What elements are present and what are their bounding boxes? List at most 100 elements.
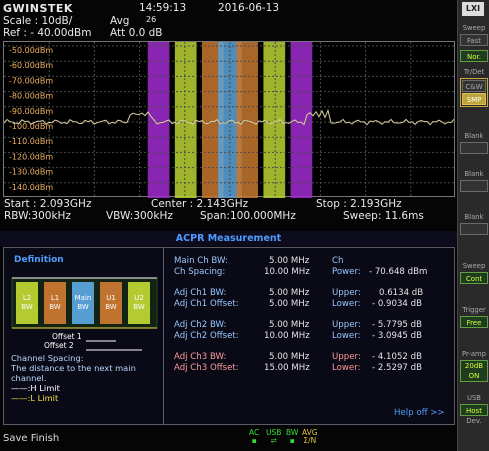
acpr-panel: Definition L2 BW L1 BW Main BW U1 BW U2 BW Offset … [3, 247, 455, 425]
adj-ch3-upper-label: Upper: [332, 352, 361, 362]
trdet-key-label: Tr/Det [463, 68, 485, 76]
channel-spacing-help: Channel Spacing: The distance to the nex… [11, 353, 161, 383]
usb-mode-key[interactable]: USB Host Dev. [460, 394, 488, 425]
sweep-time-readout: Sweep: 11.6ms [343, 210, 424, 222]
bw-label: BW [286, 428, 299, 437]
preamp-db: 20dB [464, 362, 484, 370]
ch-spacing-label: Ch Spacing: [174, 267, 226, 277]
usb-indicator: USB ⇌ [266, 428, 282, 445]
dev-value: Dev. [466, 417, 482, 425]
sweep-cont-key-label: Sweep [462, 262, 486, 270]
sweep-fast-value: Fast [460, 34, 488, 46]
nor-value: Nor. [460, 50, 488, 62]
sweep-cont-key[interactable]: Sweep Cont [460, 262, 488, 284]
blank-key-2-label: Blank [464, 170, 484, 178]
blank-key-2-box [460, 180, 488, 192]
channel-diagram: L2BWL1BWMainBWU1BWU2BWOffset 1Offset 2 [11, 277, 158, 351]
y-axis-label: -60.00dBm [9, 61, 53, 70]
acpr-title: ACPR Measurement [0, 231, 457, 246]
trdet-selector: C&W SMP [460, 78, 488, 107]
rbw-readout: RBW:300kHz [4, 210, 71, 222]
time-display: 14:59:13 [139, 2, 187, 14]
free-value: Free [460, 316, 488, 328]
trigger-key[interactable]: Trigger Free [460, 306, 488, 328]
avg-sub-label: Σ/N [303, 436, 317, 445]
ac-label: AC [249, 428, 260, 437]
channel-spacing-desc: The distance to the next main channel. [11, 363, 136, 383]
diagram-block-label: BW [133, 303, 145, 311]
host-value: Host [460, 404, 488, 416]
channel-spacing-label: Channel Spacing: [11, 353, 84, 363]
smp-option: SMP [462, 93, 486, 105]
ch-power-value: - 70.648 dBm [369, 267, 428, 277]
diagram-block-label: BW [77, 303, 89, 311]
header: GWINSTEK 14:59:13 2016-06-13 Scale : 10d… [0, 0, 457, 40]
adj-ch2-lower-label: Lower: [332, 331, 361, 341]
spectrum-svg: -50.00dBm -60.00dBm -70.00dBm -80.00dBm -90.… [4, 42, 456, 198]
offset2-label: Offset 2 [44, 341, 74, 350]
preamp-on: ON [468, 372, 480, 380]
diagram-block-label: BW [21, 303, 33, 311]
adj-ch3-upper-value: - 4.1052 dB [372, 352, 422, 362]
channel-band-u1 [236, 42, 259, 198]
diagram-block-label: BW [105, 303, 117, 311]
sweep-key-label: Sweep [462, 24, 486, 32]
ch-power-label: Power: [332, 267, 361, 277]
blank-key-3-box [460, 223, 488, 235]
channel-band-l3 [147, 42, 170, 198]
date-display: 2016-06-13 [218, 2, 280, 14]
trdet-key[interactable]: Tr/Det C&W SMP [460, 68, 488, 107]
adj-ch3-offset-value: 15.00 MHz [264, 363, 310, 373]
preamp-key[interactable]: Pr-amp 20dB ON [460, 350, 488, 382]
save-status: Save Finish [3, 433, 60, 444]
attenuation-readout: Att 0.0 dB [110, 27, 163, 39]
blank-key-1-box [460, 142, 488, 154]
y-axis-label: -140.0dBm [9, 183, 53, 192]
adj-ch3-lower-label: Lower: [332, 363, 361, 373]
start-frequency: Start : 2.093GHz [4, 198, 92, 210]
blank-key-1[interactable]: Blank [460, 132, 488, 154]
y-axis-label: -130.0dBm [9, 168, 53, 177]
adj-ch3-bw-label: Adj Ch3 BW: [174, 352, 227, 362]
adj-ch2-offset-value: 10.00 MHz [264, 331, 310, 341]
avg-value: 26 [146, 15, 157, 24]
channel-band-u2 [263, 42, 286, 198]
analyzer-screen: GWINSTEK 14:59:13 2016-06-13 Scale : 10d… [0, 0, 457, 451]
blank-key-1-label: Blank [464, 132, 484, 140]
preamp-key-label: Pr-amp [462, 350, 486, 358]
main-ch-bw-value: 5.00 MHz [269, 256, 310, 266]
definition-panel: Definition L2 BW L1 BW Main BW U1 BW U2 BW Offset … [4, 248, 164, 424]
adj-ch1-lower-label: Lower: [332, 299, 361, 309]
adj-ch1-lower-value: - 0.9034 dB [372, 299, 422, 309]
h-limit-legend: ——:H Limit [11, 383, 60, 393]
adj-ch1-upper-value: 0.6134 dB [379, 288, 424, 298]
adj-ch1-offset-value: 5.00 MHz [269, 299, 310, 309]
diagram-block-label: U2 [134, 294, 144, 302]
avg-indicator: AVG Σ/N [302, 429, 318, 445]
spectrum-plot[interactable]: -50.00dBm -60.00dBm -70.00dBm -80.00dBm -90.… [3, 41, 456, 198]
scale-readout: Scale : 10dB/ [3, 15, 73, 27]
help-off-link[interactable]: Help off >> [394, 408, 445, 418]
nor-key[interactable]: Nor. [460, 48, 488, 62]
diagram-block-label: L2 [23, 294, 31, 302]
stop-frequency: Stop : 2.193GHz [316, 198, 402, 210]
sweep-key[interactable]: Sweep Fast [460, 24, 488, 46]
adj-ch3-offset-label: Adj Ch3 Offset: [174, 363, 239, 373]
adj-ch2-bw-label: Adj Ch2 BW: [174, 320, 227, 330]
ac-indicator: AC ▪ [249, 428, 260, 445]
cont-value: Cont [460, 272, 488, 284]
avg-label: Avg [110, 15, 130, 27]
y-axis-label: -110.0dBm [9, 137, 53, 146]
diagram-block-label: L1 [51, 294, 59, 302]
ch-spacing-value: 10.00 MHz [264, 267, 310, 277]
ref-level-readout: Ref : - 40.00dBm [3, 27, 92, 39]
blank-key-2[interactable]: Blank [460, 170, 488, 192]
adj-ch2-upper-label: Upper: [332, 320, 361, 330]
adj-ch1-upper-label: Upper: [332, 288, 361, 298]
span-readout: Span:100.000MHz [200, 210, 296, 222]
adj-ch2-lower-value: - 3.0945 dB [372, 331, 422, 341]
adj-ch1-bw-value: 5.00 MHz [269, 288, 310, 298]
blank-key-3[interactable]: Blank [460, 213, 488, 235]
softkey-sidebar: LXI Sweep Fast Nor. Tr/Det C&W SMP Blank … [457, 0, 489, 451]
vbw-readout: VBW:300kHz [106, 210, 173, 222]
